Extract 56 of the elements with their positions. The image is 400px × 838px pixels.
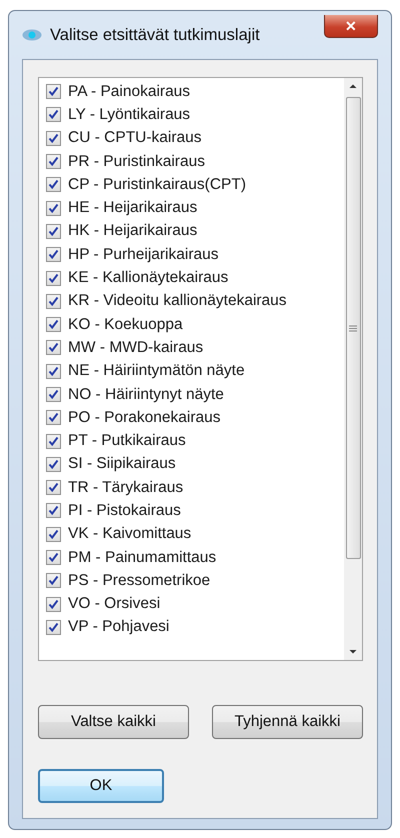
- checkbox-label: VO - Orsivesi: [68, 595, 160, 614]
- checkbox-label: NE - Häiriintymätön näyte: [68, 362, 245, 380]
- checkbox[interactable]: [46, 387, 61, 402]
- checkbox[interactable]: [46, 154, 61, 170]
- checkbox[interactable]: [46, 340, 61, 356]
- checkbox[interactable]: [46, 550, 61, 566]
- checkbox-label: PS - Pressometrikoe: [68, 572, 210, 590]
- checkbox-label: CU - CPTU-kairaus: [68, 129, 202, 148]
- checkbox-label: MW - MWD-kairaus: [68, 338, 204, 357]
- checkbox[interactable]: [46, 434, 61, 449]
- checkbox-label: PA - Painokairaus: [68, 82, 190, 101]
- checkbox-label: TR - Tärykairaus: [68, 478, 184, 497]
- checkbox[interactable]: [46, 247, 61, 262]
- checkbox-label: KR - Videoitu kallionäytekairaus: [68, 292, 287, 310]
- checkbox[interactable]: [46, 503, 61, 518]
- checkbox-label: LY - Lyöntikairaus: [68, 106, 190, 124]
- checkbox-label: KE - Kallionäytekairaus: [68, 269, 228, 288]
- checkbox[interactable]: [46, 364, 61, 379]
- window-title: Valitse etsittävät tutkimuslajit: [50, 26, 261, 44]
- checkbox-label: PO - Porakonekairaus: [68, 408, 220, 427]
- checkbox[interactable]: [46, 107, 61, 122]
- checkbox-label: CP - Puristinkairaus(CPT): [68, 176, 246, 194]
- checkbox-label: HP - Purheijarikairaus: [68, 246, 218, 264]
- checkbox[interactable]: [46, 456, 61, 472]
- checkbox[interactable]: [46, 84, 61, 100]
- checkbox[interactable]: [46, 596, 61, 612]
- checkbox-label: SI - Siipikairaus: [68, 455, 176, 474]
- checkbox-label: PM - Painumamittaus: [68, 548, 216, 567]
- scroll-thumb[interactable]: [346, 97, 360, 559]
- checkbox[interactable]: [46, 200, 61, 216]
- checkbox[interactable]: [46, 317, 61, 332]
- checkbox[interactable]: [46, 224, 61, 239]
- checkbox[interactable]: [46, 573, 61, 588]
- checkbox-label: NO - Häiriintynyt näyte: [68, 386, 224, 404]
- checkbox[interactable]: [46, 130, 61, 146]
- eye-icon: [22, 29, 42, 41]
- checkbox[interactable]: [46, 410, 61, 426]
- checkbox[interactable]: [46, 620, 61, 635]
- checkbox-label: HK - Heijarikairaus: [68, 222, 198, 240]
- checkbox[interactable]: [46, 526, 61, 542]
- checkbox-label: PR - Puristinkairaus: [68, 152, 205, 171]
- checkbox[interactable]: [46, 270, 61, 286]
- checkbox-label: VK - Kaivomittaus: [68, 525, 192, 544]
- checkbox[interactable]: [46, 294, 61, 309]
- clear-all-button[interactable]: Tyhjennä kaikki: [212, 705, 363, 739]
- checkbox-label: KO - Koekuoppa: [68, 316, 183, 334]
- close-button[interactable]: ✕: [324, 14, 378, 38]
- select-all-button[interactable]: Valtse kaikki: [38, 705, 189, 739]
- scrollbar[interactable]: [344, 78, 362, 660]
- checkbox-label: HE - Heijarikairaus: [68, 199, 198, 218]
- checkbox-label: VP - Pohjavesi: [68, 618, 170, 636]
- checkbox-label: PT - Putkikairaus: [68, 432, 186, 450]
- checkbox[interactable]: [46, 177, 61, 192]
- checkbox-label: PI - Pistokairaus: [68, 502, 181, 520]
- ok-button[interactable]: OK: [38, 769, 164, 803]
- checkbox[interactable]: [46, 480, 61, 496]
